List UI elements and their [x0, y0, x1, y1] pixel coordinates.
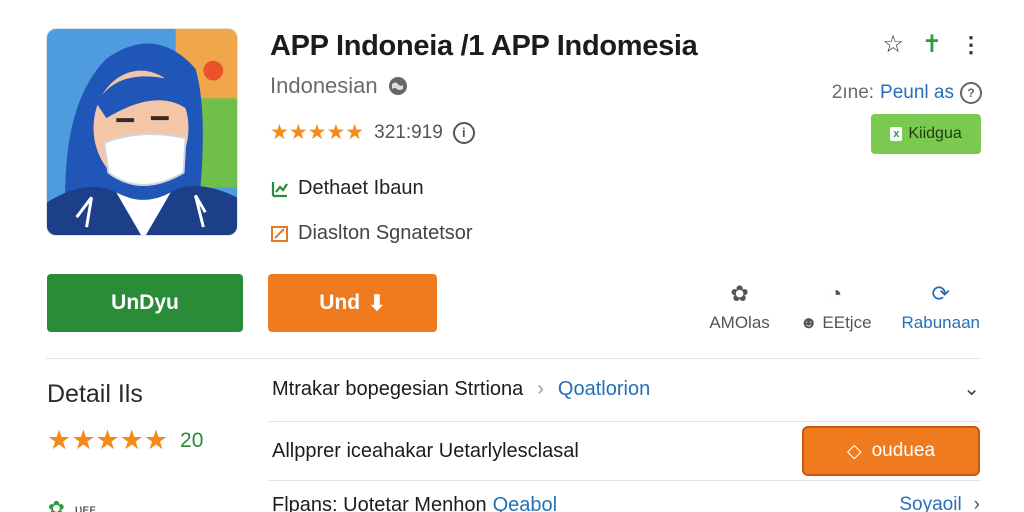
detail-row-3[interactable]: Flpans: Uotetar Menhon Qeabol: [272, 494, 557, 512]
globe-icon: [388, 77, 407, 95]
detail-row-1-link[interactable]: Qoatlorion: [558, 378, 650, 401]
chevron-down-icon[interactable]: ⌄: [963, 376, 980, 401]
action-camera-label: Rabunaan: [901, 313, 980, 332]
partner-label: 2ıne:: [831, 82, 875, 103]
details-count: 20: [180, 428, 204, 452]
edit-box-icon: [271, 225, 288, 242]
action-comment-label: ☻ EEtjce: [799, 313, 872, 332]
detail-row-1-text: Mtrakar bopegesian Strtiona: [272, 378, 524, 400]
chevron-right-icon: ›: [973, 494, 980, 512]
action-share[interactable]: ✿ AMOlas: [709, 281, 769, 333]
primary-download-button[interactable]: UnDyu: [47, 274, 243, 332]
details-heading: Detail Ils: [47, 380, 143, 408]
flower-icon: ✿: [730, 281, 749, 306]
action-camera[interactable]: ⟳ Rabunaan: [902, 281, 980, 333]
badge-logo-icon: x: [890, 127, 903, 141]
row-action-button[interactable]: ◇ ouduea: [802, 426, 980, 476]
download-arrow-icon: ⬇: [368, 291, 386, 315]
primary-button-label: UnDyu: [111, 291, 179, 314]
badge-label: Kiidgua: [908, 125, 962, 142]
chart-up-icon: [271, 181, 288, 197]
rating-row: ★★★★★ 321:919 i: [270, 120, 475, 145]
star-outline-icon[interactable]: ☆: [882, 30, 904, 59]
feature-1-text: Dethaet Ibaun: [298, 177, 424, 199]
camera-icon: ⟳: [931, 281, 950, 306]
partner-info: 2ıne: Peunl as ?: [832, 82, 982, 104]
partner-link[interactable]: Peunl as: [880, 82, 954, 104]
app-avatar-illustration: [47, 29, 237, 235]
info-icon[interactable]: i: [452, 121, 475, 144]
feature-line-2: Diaslton Sgnatetsor: [270, 222, 473, 245]
help-icon[interactable]: ?: [960, 82, 982, 104]
app-icon: [46, 28, 238, 236]
details-stars: ★★★★★: [47, 425, 169, 455]
secondary-download-button[interactable]: Und ⬇: [268, 274, 437, 332]
more-menu-icon[interactable]: ⋮: [960, 32, 982, 58]
top-action-icons: ☆ ✝ ⋮: [882, 30, 982, 59]
section-divider: [46, 358, 981, 359]
row-divider: [268, 480, 981, 481]
app-title: APP Indoneia /1 APP Indomesia: [270, 30, 698, 62]
detail-row-1[interactable]: Mtrakar bopegesian Strtiona › Qoatlorion: [272, 378, 650, 401]
detail-row-3-right[interactable]: Soyaoil ›: [899, 494, 980, 512]
bottom-left-label: ᴜᴇᴇ: [74, 500, 97, 512]
action-share-label: AMOlas: [709, 313, 770, 332]
detail-row-2: Allpprer iceahakar Uetarlylesclasal: [272, 440, 579, 463]
person-add-icon[interactable]: ✝: [922, 30, 942, 59]
comment-bubble-icon: ◔: [829, 281, 843, 306]
detail-row-3-right-link: Soyaoil: [899, 494, 962, 512]
rating-stars: ★★★★★: [270, 121, 365, 144]
developer-name: Indonesian: [270, 73, 378, 98]
row-divider: [268, 421, 981, 422]
green-badge-button[interactable]: x Kiidgua: [871, 114, 981, 154]
feature-2-text: Diaslton Sgnatetsor: [298, 222, 473, 244]
rating-count: 321:919: [374, 121, 443, 143]
detail-row-2-text: Allpprer iceahakar Uetarlylesclasal: [272, 440, 579, 462]
plant-icon: ✿: [48, 498, 65, 512]
secondary-actions: ✿ AMOlas ◔ ☻ EEtjce ⟳ Rabunaan: [709, 281, 980, 333]
secondary-button-label: Und: [319, 291, 361, 314]
tag-icon: ◇: [846, 440, 862, 462]
app-developer[interactable]: Indonesian: [270, 73, 408, 99]
details-rating: ★★★★★ 20: [47, 425, 203, 456]
detail-row-3-text: Flpans: Uotetar Menhon: [272, 494, 487, 512]
bottom-left-item: ✿ ᴜᴇᴇ: [48, 496, 96, 512]
action-comment[interactable]: ◔ ☻ EEtjce: [800, 281, 872, 333]
row-action-label: ouduea: [871, 440, 936, 461]
feature-line-1: Dethaet Ibaun: [270, 177, 424, 200]
chevron-right-icon: ›: [537, 378, 544, 400]
detail-row-3-link[interactable]: Qeabol: [493, 494, 558, 512]
